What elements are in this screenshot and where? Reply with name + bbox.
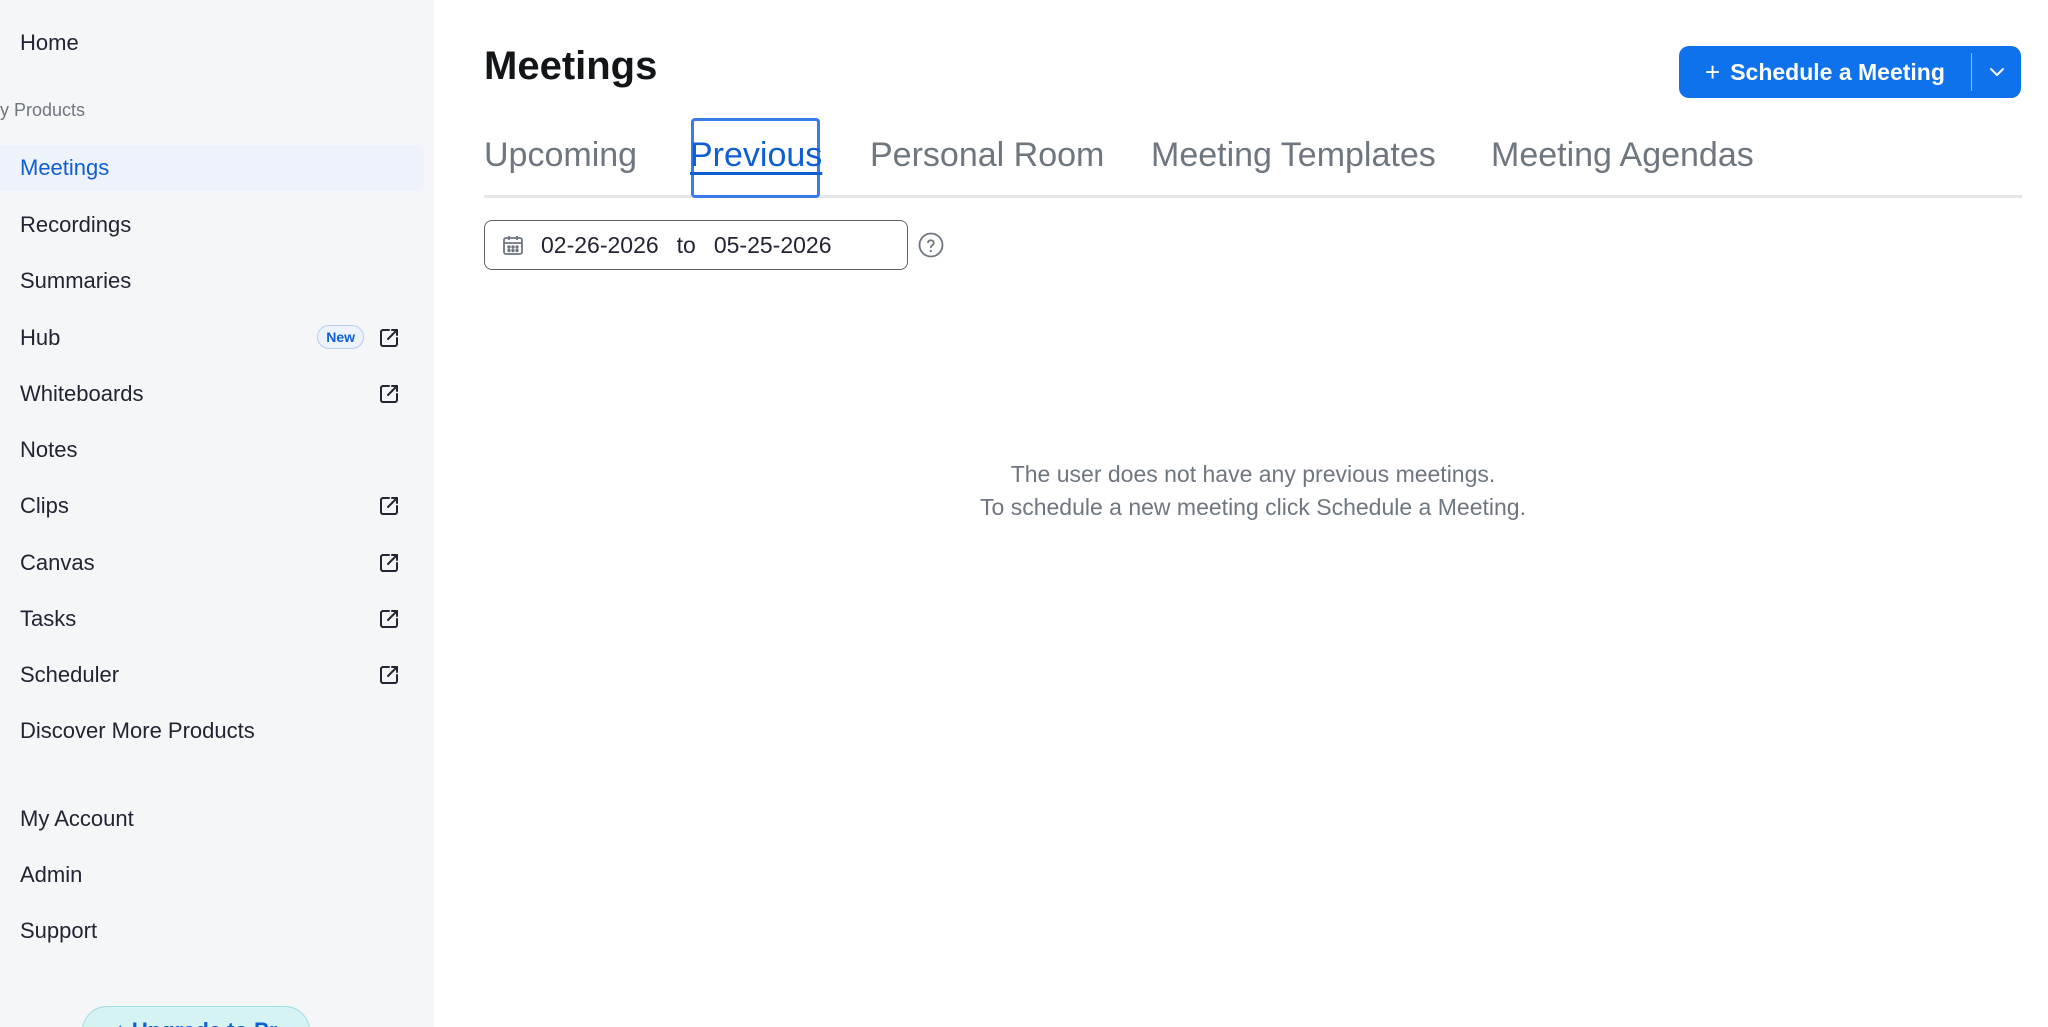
sidebar-item-scheduler[interactable]: Scheduler xyxy=(0,652,424,698)
section-label-my-products: y Products xyxy=(0,100,86,120)
sidebar-item-label: Recordings xyxy=(20,212,132,237)
external-link-icon[interactable] xyxy=(378,383,400,405)
sidebar-item-label: My Account xyxy=(20,806,134,831)
sidebar-item-label: Summaries xyxy=(20,268,132,293)
upgrade-button[interactable]: ↑ Upgrade to Pr xyxy=(82,1006,310,1027)
sidebar-item-label: Clips xyxy=(20,493,69,518)
date-from[interactable]: 02-26-2026 xyxy=(541,232,659,259)
sidebar-item-notes[interactable]: Notes xyxy=(0,427,424,473)
new-badge: New xyxy=(317,325,364,349)
sidebar-item-label: Admin xyxy=(20,862,83,887)
external-link-icon[interactable] xyxy=(378,664,400,686)
date-to[interactable]: 05-25-2026 xyxy=(714,232,832,259)
tab-upcoming[interactable]: Upcoming xyxy=(484,136,637,175)
chevron-down-icon xyxy=(1989,68,2004,76)
sidebar-item-hub[interactable]: Hub New xyxy=(0,315,424,361)
tab-meeting-templates[interactable]: Meeting Templates xyxy=(1151,136,1436,175)
empty-state-line: The user does not have any previous meet… xyxy=(1010,461,1496,487)
sidebar-item-label: Meetings xyxy=(20,155,110,180)
tab-previous[interactable]: Previous xyxy=(690,136,822,175)
date-to-label: to xyxy=(676,231,696,258)
sidebar-item-label: Notes xyxy=(20,437,78,462)
sidebar-item-label: Discover More Products xyxy=(20,718,255,743)
sidebar-item-discover-more-products[interactable]: Discover More Products xyxy=(0,708,424,754)
external-link-icon[interactable] xyxy=(378,495,400,517)
schedule-meeting-main[interactable]: + Schedule a Meeting xyxy=(1679,46,1971,98)
empty-state-message: The user does not have any previous meet… xyxy=(484,458,2022,524)
empty-state-line: To schedule a new meeting click Schedule… xyxy=(980,494,1526,520)
sidebar-item-label: Whiteboards xyxy=(20,381,144,406)
sidebar-item-label: Canvas xyxy=(20,550,95,575)
sidebar-item-label: Hub xyxy=(20,325,61,350)
sidebar-item-label: Support xyxy=(20,918,98,943)
meetings-tabs: Upcoming Previous Personal Room Meeting … xyxy=(484,118,2022,198)
external-link-icon[interactable] xyxy=(378,608,400,630)
sidebar-item-label: Home xyxy=(20,30,79,55)
calendar-icon xyxy=(503,236,523,255)
sidebar-item-my-account[interactable]: My Account xyxy=(0,796,424,842)
sidebar-item-label: Tasks xyxy=(20,606,77,631)
sidebar: Home y Products Meetings Recordings Summ… xyxy=(0,0,434,1027)
date-range-picker[interactable]: 02-26-2026 to 05-25-2026 xyxy=(484,220,908,270)
sidebar-item-admin[interactable]: Admin xyxy=(0,852,424,898)
external-link-icon[interactable] xyxy=(378,552,400,574)
sidebar-item-canvas[interactable]: Canvas xyxy=(0,540,424,586)
page-title: Meetings xyxy=(484,44,658,88)
schedule-dropdown-toggle[interactable] xyxy=(1972,46,2021,98)
sidebar-item-meetings[interactable]: Meetings xyxy=(0,145,424,191)
sidebar-item-home[interactable]: Home xyxy=(0,20,424,66)
tab-personal-room[interactable]: Personal Room xyxy=(870,136,1104,175)
help-icon[interactable] xyxy=(918,232,944,258)
plus-icon: + xyxy=(1705,56,1721,87)
sidebar-item-summaries[interactable]: Summaries xyxy=(0,258,424,304)
schedule-meeting-button[interactable]: + Schedule a Meeting xyxy=(1679,46,2021,98)
sidebar-item-recordings[interactable]: Recordings xyxy=(0,202,424,248)
schedule-meeting-label: Schedule a Meeting xyxy=(1730,58,1945,85)
external-link-icon[interactable] xyxy=(378,327,400,349)
sidebar-item-label: Scheduler xyxy=(20,662,120,687)
sidebar-item-whiteboards[interactable]: Whiteboards xyxy=(0,371,424,417)
sidebar-item-support[interactable]: Support xyxy=(0,908,424,954)
sidebar-item-clips[interactable]: Clips xyxy=(0,483,424,529)
tab-meeting-agendas[interactable]: Meeting Agendas xyxy=(1491,136,1754,175)
sidebar-item-tasks[interactable]: Tasks xyxy=(0,596,424,642)
